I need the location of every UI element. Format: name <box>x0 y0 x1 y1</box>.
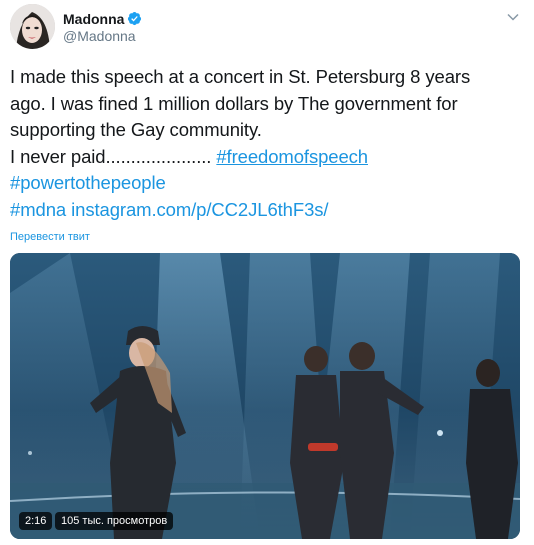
author-handle[interactable]: @Madonna <box>63 28 142 44</box>
tweet-line-1: I made this speech at a concert in St. P… <box>10 66 471 87</box>
video-thumbnail <box>10 253 520 539</box>
video-player[interactable]: 2:16 105 тыс. просмотров <box>10 253 520 539</box>
display-name[interactable]: Madonna <box>63 11 124 27</box>
tweet-line-4-text: I never paid..................... <box>10 145 217 167</box>
translate-tweet-link[interactable]: Перевести твит <box>10 231 90 243</box>
video-views-badge: 105 тыс. просмотров <box>55 512 174 530</box>
avatar[interactable] <box>10 4 55 49</box>
tweet-line-6: #mdna instagram.com/p/CC2JL6thF3s/ <box>10 197 524 224</box>
author-names: Madonna @Madonna <box>63 10 142 44</box>
tweet-header: Madonna @Madonna <box>10 4 524 50</box>
tweet-line-3: supporting the Gay community. <box>10 119 262 140</box>
video-duration-badge: 2:16 <box>19 512 53 530</box>
instagram-link[interactable]: instagram.com/p/CC2JL6thF3s/ <box>71 199 328 220</box>
tweet-line-2: ago. I was fined 1 million dollars by Th… <box>10 92 458 114</box>
tweet-line-5: #powertothepeople <box>10 170 524 197</box>
avatar-image <box>10 4 55 49</box>
hashtag-freedomofspeech[interactable]: #freedomofspeech <box>216 146 368 167</box>
hashtag-powertothepeople[interactable]: #powertothepeople <box>10 172 166 193</box>
verified-badge-icon <box>128 11 142 26</box>
display-name-row: Madonna <box>63 10 142 27</box>
tweet-card: Madonna @Madonna I made this speech at a… <box>0 0 534 545</box>
tweet-line-4: I never paid..................... #freed… <box>10 144 524 171</box>
chevron-down-icon[interactable] <box>506 10 520 24</box>
tweet-text: I made this speech at a concert in St. P… <box>10 64 524 223</box>
hashtag-mdna[interactable]: #mdna <box>10 199 66 220</box>
